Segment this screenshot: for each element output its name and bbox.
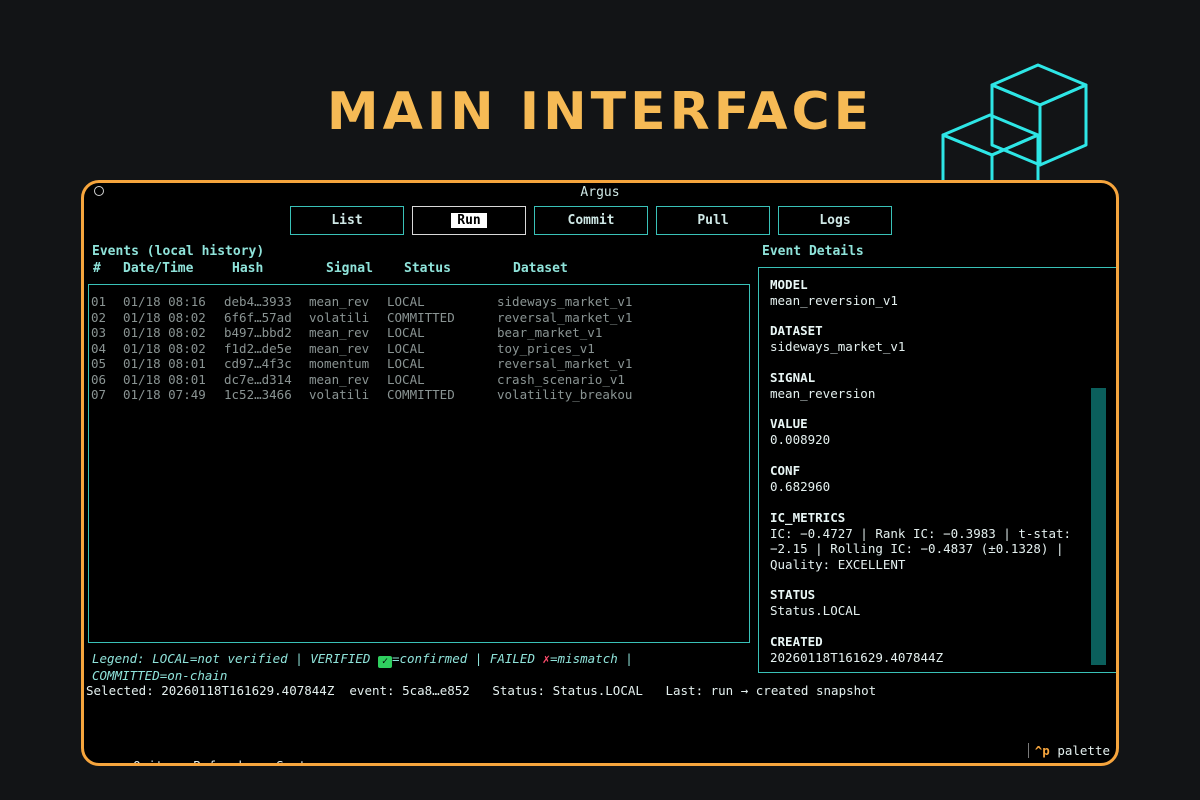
app-window: Argus List Run Commit Pull Logs Events (… <box>81 180 1119 766</box>
footer-keybindings: q Quit r Refresh s Sort <box>88 743 306 763</box>
detail-value: VALUE 0.008920 <box>770 416 831 447</box>
detail-signal: SIGNAL mean_reversion <box>770 370 876 401</box>
detail-ic-metrics: IC_METRICS IC: −0.4727 | Rank IC: −0.398… <box>770 510 1072 572</box>
refresh-shortcut[interactable]: r Refresh <box>178 758 246 763</box>
column-header-dataset[interactable]: Dataset <box>513 261 568 276</box>
quit-shortcut[interactable]: q Quit <box>118 758 163 763</box>
tab-logs[interactable]: Logs <box>778 206 892 235</box>
detail-dataset: DATASET sideways_market_v1 <box>770 323 906 354</box>
tab-commit[interactable]: Commit <box>534 206 648 235</box>
column-header-datetime[interactable]: Date/Time <box>123 261 193 276</box>
events-table[interactable]: 01 01/18 08:16 deb4…3933 mean_rev LOCAL sidew… <box>88 284 750 643</box>
tab-bar: List Run Commit Pull Logs <box>290 206 892 235</box>
selection-status-line: Selected: 20260118T161629.407844Z event:… <box>86 683 877 698</box>
verified-check-icon: ✓ <box>377 656 392 668</box>
command-palette-shortcut[interactable]: ^p palette <box>1027 743 1110 758</box>
detail-status: STATUS Status.LOCAL <box>770 587 861 618</box>
table-row[interactable]: 02 01/18 08:02 6f6f…57ad volatili COMMITTED r… <box>89 310 749 325</box>
detail-model: MODEL mean_reversion_v1 <box>770 277 898 308</box>
window-title: Argus <box>580 185 620 200</box>
details-panel-title: Event Details <box>762 244 864 259</box>
column-header-status[interactable]: Status <box>404 261 451 276</box>
table-row[interactable]: 06 01/18 08:01 dc7e…d314 mean_rev LOCAL crash… <box>89 372 749 387</box>
column-header-signal[interactable]: Signal <box>326 261 373 276</box>
sort-shortcut[interactable]: s Sort <box>261 758 306 763</box>
tab-run[interactable]: Run <box>412 206 526 235</box>
failed-cross-icon: ✗ <box>542 651 551 666</box>
table-row[interactable]: 05 01/18 08:01 cd97…4f3c momentum LOCAL rever… <box>89 356 749 371</box>
table-row[interactable]: 03 01/18 08:02 b497…bbd2 mean_rev LOCAL bear_… <box>89 325 749 340</box>
status-legend: Legend: LOCAL=not verified | VERIFIED ✓ =… <box>92 651 633 683</box>
events-panel-title: Events (local history) <box>92 244 265 259</box>
tab-pull[interactable]: Pull <box>656 206 770 235</box>
detail-created: CREATED 20260118T161629.407844Z <box>770 634 944 665</box>
table-row[interactable]: 01 01/18 08:16 deb4…3933 mean_rev LOCAL sidew… <box>89 294 749 309</box>
column-header-index[interactable]: # <box>93 261 101 276</box>
table-row[interactable]: 04 01/18 08:02 f1d2…de5e mean_rev LOCAL toy_p… <box>89 341 749 356</box>
details-scrollbar[interactable] <box>1091 388 1106 665</box>
detail-conf: CONF 0.682960 <box>770 463 831 494</box>
table-row[interactable]: 07 01/18 07:49 1c52…3466 volatili COMMITTED v… <box>89 387 749 402</box>
event-details-panel[interactable]: MODEL mean_reversion_v1 DATASET sideways… <box>758 267 1116 673</box>
column-header-hash[interactable]: Hash <box>232 261 263 276</box>
tab-list[interactable]: List <box>290 206 404 235</box>
